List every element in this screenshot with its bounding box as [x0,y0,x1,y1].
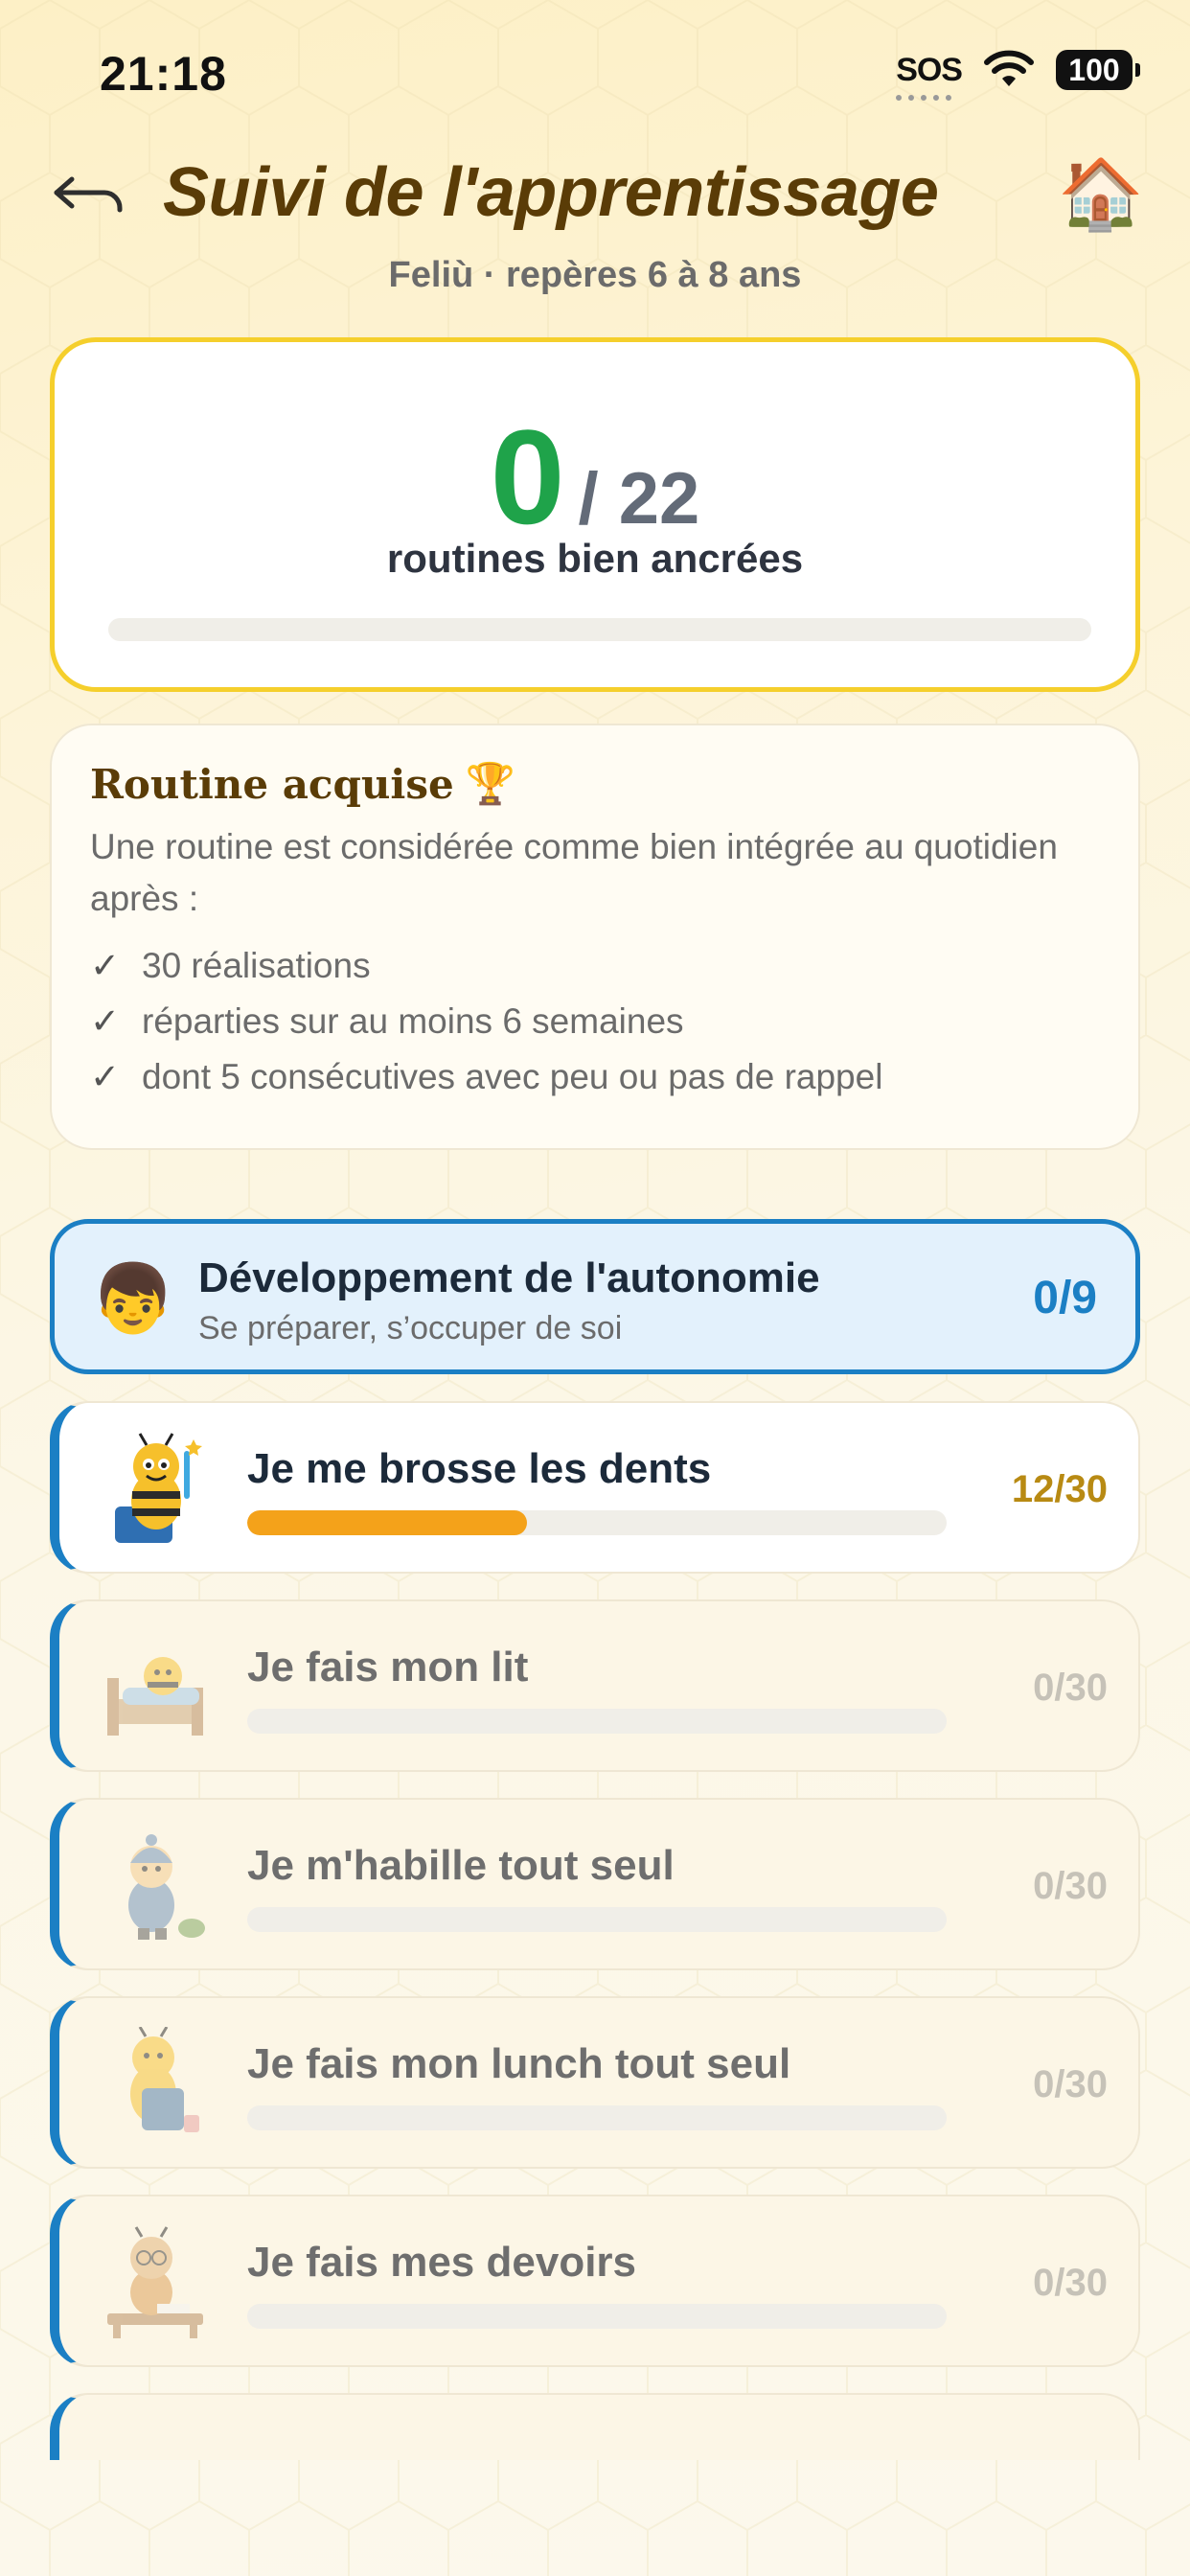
routine-item-brush-teeth[interactable]: Je me brosse les dents 12/30 [50,1401,1140,1574]
routine-progress-bar [247,2105,947,2130]
routine-title: Je fais mon lunch tout seul [247,2040,791,2087]
page-title: Suivi de l'apprentissage [163,154,939,231]
back-arrow-icon [54,176,123,213]
category-count: 0/9 [1033,1273,1097,1323]
routine-progress-bar [247,1907,947,1932]
bee-dressed-icon [128,1834,205,1940]
routine-item-homework[interactable]: Je fais mes devoirs 0/30 [50,2195,1140,2367]
routine-title: Je me brosse les dents [247,1445,712,1492]
back-button[interactable] [46,163,132,230]
status-bar: 21:18 SOS 100 [0,0,1190,144]
criteria-item: ✓ dont 5 consécutives avec peu ou pas de … [90,1049,1100,1105]
routine-progress-bar [247,2304,947,2329]
routine-item-get-dressed[interactable]: Je m'habille tout seul 0/30 [50,1798,1140,1970]
category-title: Développement de l'autonomie [198,1254,820,1301]
routine-count: 0/30 [1033,1667,1108,1709]
info-title: Routine acquise 🏆 [90,760,515,808]
routine-count: 0/30 [1033,2063,1108,2105]
routine-count: 0/30 [1033,1865,1108,1907]
routine-count: 12/30 [1011,1468,1108,1510]
routine-item-make-bed[interactable]: Je fais mon lit 0/30 [50,1599,1140,1772]
criteria-item: ✓ réparties sur au moins 6 semaines [90,994,1100,1049]
check-icon: ✓ [90,946,121,985]
score-caption: routines bien ancrées [386,536,804,581]
status-time: 21:18 [100,47,227,101]
routine-title: Je m'habille tout seul [247,1842,675,1889]
score-card: 0/ 22 routines bien ancrées [50,337,1140,692]
score-value: 0 [490,402,565,552]
bee-bed-icon [107,1657,203,1736]
home-button[interactable]: 🏠 [1058,153,1144,235]
battery-icon: 100 [1056,50,1140,90]
routine-title: Je fais mes devoirs [247,2239,637,2286]
routine-title: Je fais mon lit [247,1644,529,1690]
bee-homework-icon [107,2226,203,2338]
sos-indicator: SOS [896,52,963,101]
child-icon: 👦 [91,1261,175,1336]
bee-toothbrush-icon [115,1433,202,1543]
category-autonomie[interactable]: 👦 Développement de l'autonomie Se prépar… [50,1219,1140,1374]
home-icon: 🏠 [1058,156,1144,233]
bee-lunchbox-icon [130,2027,199,2132]
info-card: Routine acquise 🏆 Une routine est consid… [50,724,1140,1150]
trophy-icon: 🏆 [465,760,515,807]
info-text: Une routine est considérée comme bien in… [90,827,1058,918]
criteria-list: ✓ 30 réalisations ✓ réparties sur au moins… [90,938,1100,1105]
routine-progress-fill [247,1510,527,1535]
wifi-icon [984,50,1034,86]
status-indicators: SOS 100 [896,50,1140,101]
routine-progress-bar [247,1709,947,1734]
routine-item-partial[interactable] [50,2393,1140,2460]
check-icon: ✓ [90,1001,121,1041]
routine-item-lunch[interactable]: Je fais mon lunch tout seul 0/30 [50,1996,1140,2169]
routine-count: 0/30 [1033,2262,1108,2304]
category-subtitle: Se préparer, s’occuper de soi [198,1310,623,1346]
page-subtitle: Feliù · repères 6 à 8 ans [388,255,802,295]
criteria-item: ✓ 30 réalisations [90,938,1100,994]
routine-progress-bar [247,1510,947,1535]
score-total: / 22 [578,458,700,540]
score-progress-bar [108,618,1091,641]
check-icon: ✓ [90,1057,121,1096]
